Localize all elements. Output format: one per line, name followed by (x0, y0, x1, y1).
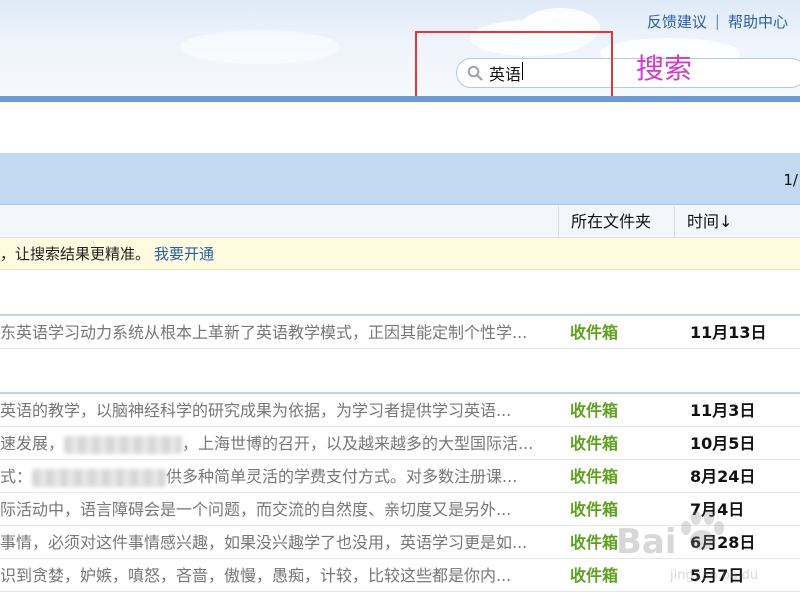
column-time-sort[interactable]: 时间↓ (674, 206, 800, 238)
enable-link[interactable]: 我要开通 (154, 245, 214, 263)
cloud-decoration (180, 30, 340, 64)
mail-folder: 收件箱 (570, 323, 619, 342)
page-indicator: 1/ (783, 171, 798, 189)
mail-time: 10月5日 (690, 434, 756, 453)
table-row[interactable]: 事情，必须对这件事情感兴趣，如果没兴趣学了也没用，英语学习更是如... 收件箱 … (0, 526, 800, 559)
mail-time: 11月3日 (690, 401, 756, 420)
help-center-link[interactable]: 帮助中心 (728, 11, 788, 32)
link-separator: | (714, 12, 720, 30)
mail-time: 7月4日 (690, 500, 745, 519)
table-row[interactable]: 东英语学习动力系统从根本上革新了英语教学模式，正因其能定制个性学... 收件箱 … (0, 316, 800, 349)
table-row[interactable]: 速发展， ，上海世博的召开，以及越来越多的大型国际活... 收件箱 10月5日 (0, 427, 800, 460)
mail-subject-start: 式： (0, 467, 33, 486)
mail-folder: 收件箱 (570, 467, 619, 486)
toolbar: 1/ (0, 153, 800, 205)
table-row[interactable]: 识到贪婪，妒嫉，嗔怒，吝啬，傲慢，愚痴，计较，比较这些都是你内... 收件箱 5… (0, 559, 800, 592)
header-divider (0, 96, 800, 102)
header: 反馈建议 | 帮助中心 英语 搜索 (0, 0, 800, 96)
blurred-text (32, 468, 167, 487)
mail-folder: 收件箱 (570, 566, 619, 585)
mail-folder: 收件箱 (570, 533, 619, 552)
mail-subject: 际活动中，语言障碍会是一个问题，而交流的自然度、亲切度又是另外... (0, 500, 512, 519)
top-links: 反馈建议 | 帮助中心 (647, 10, 788, 32)
blurred-text (64, 435, 183, 454)
mail-time: 5月7日 (690, 566, 745, 585)
mail-subject: 事情，必须对这件事情感兴趣，如果没兴趣学了也没用，英语学习更是如... (0, 533, 528, 552)
mail-folder: 收件箱 (570, 500, 619, 519)
mail-subject-end: 供多种简单灵活的学费支付方式。对多数注册课... (166, 467, 518, 486)
mail-time: 8月24日 (690, 467, 756, 486)
notice-text: ，让搜索结果更精准。 (0, 245, 151, 263)
mail-subject: 识到贪婪，妒嫉，嗔怒，吝啬，傲慢，愚痴，计较，比较这些都是你内... (0, 566, 512, 585)
mail-subject: 速发展， ，上海世博的召开，以及越来越多的大型国际活... (0, 427, 550, 460)
mail-subject: 式： 供多种简单灵活的学费支付方式。对多数注册课... (0, 460, 550, 493)
column-folder[interactable]: 所在文件夹 (558, 206, 674, 238)
search-annotation: 搜索 (636, 52, 693, 85)
mail-subject-end: ，上海世博的召开，以及越来越多的大型国际活... (182, 434, 534, 453)
mail-folder: 收件箱 (570, 401, 619, 420)
mail-subject: 英语的教学，以脑神经科学的研究成果为依据，为学习者提供学习英语... (0, 401, 512, 420)
column-header: 所在文件夹 时间↓ (0, 206, 800, 238)
table-row[interactable]: 英语的教学，以脑神经科学的研究成果为依据，为学习者提供学习英语... 收件箱 1… (0, 394, 800, 427)
mail-subject: 东英语学习动力系统从根本上革新了英语教学模式，正因其能定制个性学... (0, 323, 528, 342)
mail-folder: 收件箱 (570, 434, 619, 453)
feedback-link[interactable]: 反馈建议 (647, 11, 707, 32)
mail-time: 6月28日 (690, 533, 756, 552)
mail-time: 11月13日 (690, 323, 767, 342)
table-row[interactable]: 际活动中，语言障碍会是一个问题，而交流的自然度、亲切度又是另外... 收件箱 7… (0, 493, 800, 526)
highlight-box (415, 31, 613, 96)
table-row[interactable]: 式： 供多种简单灵活的学费支付方式。对多数注册课... 收件箱 8月24日 (0, 460, 800, 493)
notice-bar: ，让搜索结果更精准。 我要开通 (0, 238, 800, 270)
mail-subject-start: 速发展， (0, 434, 65, 453)
